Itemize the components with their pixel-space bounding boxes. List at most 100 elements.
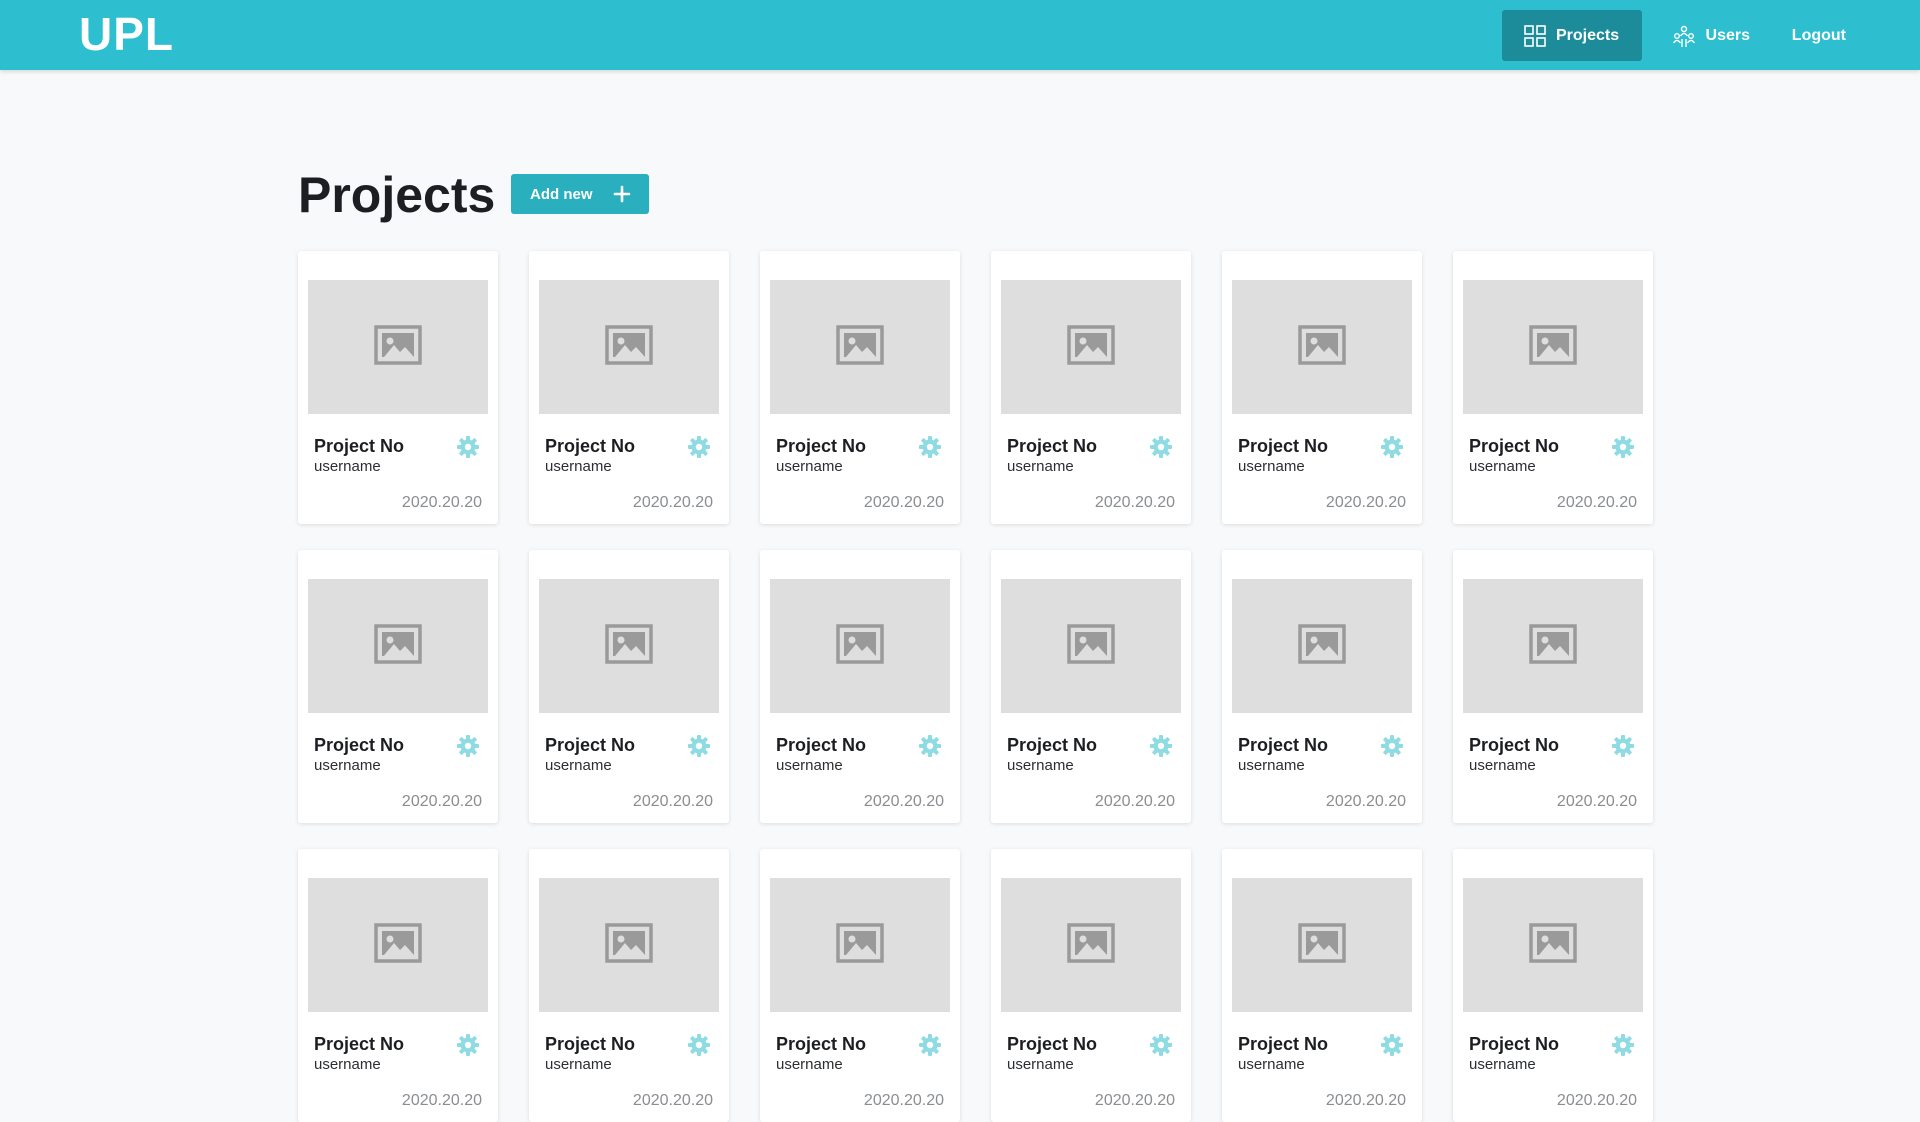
project-thumbnail bbox=[1001, 878, 1181, 1012]
project-date: 2020.20.20 bbox=[1094, 1092, 1175, 1109]
nav-item-projects[interactable]: Projects bbox=[1502, 10, 1642, 61]
project-username: username bbox=[314, 1056, 381, 1073]
project-card[interactable]: Project No username 2020.20.20 bbox=[298, 251, 498, 524]
project-title: Project No bbox=[776, 1034, 867, 1054]
project-card[interactable]: Project No username 2020.20.20 bbox=[298, 849, 498, 1122]
image-placeholder-icon bbox=[1298, 324, 1346, 370]
project-thumbnail bbox=[1232, 878, 1412, 1012]
image-placeholder-icon bbox=[836, 324, 884, 370]
project-title: Project No bbox=[545, 1034, 636, 1054]
project-date: 2020.20.20 bbox=[1094, 494, 1175, 511]
project-card[interactable]: Project No username 2020.20.20 bbox=[991, 251, 1191, 524]
app-logo[interactable]: UPL bbox=[79, 9, 174, 59]
project-card[interactable]: Project No username 2020.20.20 bbox=[1222, 849, 1422, 1122]
image-placeholder-icon bbox=[1067, 324, 1115, 370]
image-placeholder-icon bbox=[1529, 922, 1577, 968]
project-username: username bbox=[545, 458, 612, 475]
project-date: 2020.20.20 bbox=[1325, 793, 1406, 810]
gear-icon[interactable] bbox=[687, 435, 711, 459]
nav-item-users[interactable]: Users bbox=[1660, 10, 1762, 61]
gear-icon[interactable] bbox=[1149, 435, 1173, 459]
project-title: Project No bbox=[1238, 735, 1329, 755]
project-title: Project No bbox=[1469, 436, 1560, 456]
project-date: 2020.20.20 bbox=[632, 494, 713, 511]
project-card[interactable]: Project No username 2020.20.20 bbox=[1222, 550, 1422, 823]
project-thumbnail bbox=[308, 878, 488, 1012]
add-new-button[interactable]: Add new bbox=[511, 174, 649, 214]
nav-item-label: Projects bbox=[1556, 26, 1620, 44]
image-placeholder-icon bbox=[374, 623, 422, 669]
project-title: Project No bbox=[1238, 436, 1329, 456]
project-card[interactable]: Project No username 2020.20.20 bbox=[529, 251, 729, 524]
project-thumbnail bbox=[308, 280, 488, 414]
project-date: 2020.20.20 bbox=[1325, 1092, 1406, 1109]
project-card[interactable]: Project No username 2020.20.20 bbox=[529, 849, 729, 1122]
project-title: Project No bbox=[314, 735, 405, 755]
gear-icon[interactable] bbox=[456, 1033, 480, 1057]
project-date: 2020.20.20 bbox=[401, 1092, 482, 1109]
image-placeholder-icon bbox=[374, 922, 422, 968]
image-placeholder-icon bbox=[1067, 623, 1115, 669]
project-card[interactable]: Project No username 2020.20.20 bbox=[529, 550, 729, 823]
project-date: 2020.20.20 bbox=[632, 1092, 713, 1109]
project-thumbnail bbox=[539, 579, 719, 713]
project-card[interactable]: Project No username 2020.20.20 bbox=[298, 550, 498, 823]
project-card[interactable]: Project No username 2020.20.20 bbox=[760, 550, 960, 823]
project-date: 2020.20.20 bbox=[863, 793, 944, 810]
project-thumbnail bbox=[770, 878, 950, 1012]
image-placeholder-icon bbox=[836, 623, 884, 669]
project-card[interactable]: Project No username 2020.20.20 bbox=[760, 849, 960, 1122]
gear-icon[interactable] bbox=[1149, 1033, 1173, 1057]
gear-icon[interactable] bbox=[1611, 734, 1635, 758]
gear-icon[interactable] bbox=[687, 1033, 711, 1057]
project-title: Project No bbox=[776, 735, 867, 755]
nav-item-label: Users bbox=[1705, 26, 1750, 44]
gear-icon[interactable] bbox=[687, 734, 711, 758]
project-date: 2020.20.20 bbox=[1556, 793, 1637, 810]
nav-item-logout[interactable]: Logout bbox=[1774, 10, 1864, 61]
project-title: Project No bbox=[1007, 436, 1098, 456]
project-thumbnail bbox=[1232, 579, 1412, 713]
project-thumbnail bbox=[1232, 280, 1412, 414]
project-date: 2020.20.20 bbox=[1094, 793, 1175, 810]
page-title: Projects bbox=[298, 167, 496, 223]
project-username: username bbox=[1007, 1056, 1074, 1073]
image-placeholder-icon bbox=[836, 922, 884, 968]
gear-icon[interactable] bbox=[456, 435, 480, 459]
project-date: 2020.20.20 bbox=[401, 793, 482, 810]
project-card[interactable]: Project No username 2020.20.20 bbox=[1453, 550, 1653, 823]
top-navbar: UPL Projects Users Logout bbox=[0, 0, 1920, 70]
gear-icon[interactable] bbox=[456, 734, 480, 758]
project-username: username bbox=[1469, 757, 1536, 774]
project-title: Project No bbox=[545, 735, 636, 755]
project-thumbnail bbox=[1463, 280, 1643, 414]
gear-icon[interactable] bbox=[918, 1033, 942, 1057]
gear-icon[interactable] bbox=[1380, 435, 1404, 459]
project-date: 2020.20.20 bbox=[863, 1092, 944, 1109]
project-username: username bbox=[776, 1056, 843, 1073]
gear-icon[interactable] bbox=[1611, 435, 1635, 459]
project-card[interactable]: Project No username 2020.20.20 bbox=[760, 251, 960, 524]
project-date: 2020.20.20 bbox=[863, 494, 944, 511]
project-card[interactable]: Project No username 2020.20.20 bbox=[1222, 251, 1422, 524]
gear-icon[interactable] bbox=[1149, 734, 1173, 758]
project-card[interactable]: Project No username 2020.20.20 bbox=[1453, 251, 1653, 524]
gear-icon[interactable] bbox=[918, 435, 942, 459]
gear-icon[interactable] bbox=[918, 734, 942, 758]
project-date: 2020.20.20 bbox=[401, 494, 482, 511]
gear-icon[interactable] bbox=[1611, 1033, 1635, 1057]
project-username: username bbox=[545, 1056, 612, 1073]
project-card[interactable]: Project No username 2020.20.20 bbox=[991, 849, 1191, 1122]
project-title: Project No bbox=[1007, 735, 1098, 755]
project-card[interactable]: Project No username 2020.20.20 bbox=[1453, 849, 1653, 1122]
gear-icon[interactable] bbox=[1380, 1033, 1404, 1057]
project-thumbnail bbox=[1463, 878, 1643, 1012]
project-title: Project No bbox=[545, 436, 636, 456]
gear-icon[interactable] bbox=[1380, 734, 1404, 758]
nav-item-label: Logout bbox=[1791, 26, 1846, 44]
image-placeholder-icon bbox=[1298, 623, 1346, 669]
grid-icon bbox=[1524, 24, 1546, 47]
project-username: username bbox=[776, 458, 843, 475]
project-title: Project No bbox=[1238, 1034, 1329, 1054]
project-card[interactable]: Project No username 2020.20.20 bbox=[991, 550, 1191, 823]
